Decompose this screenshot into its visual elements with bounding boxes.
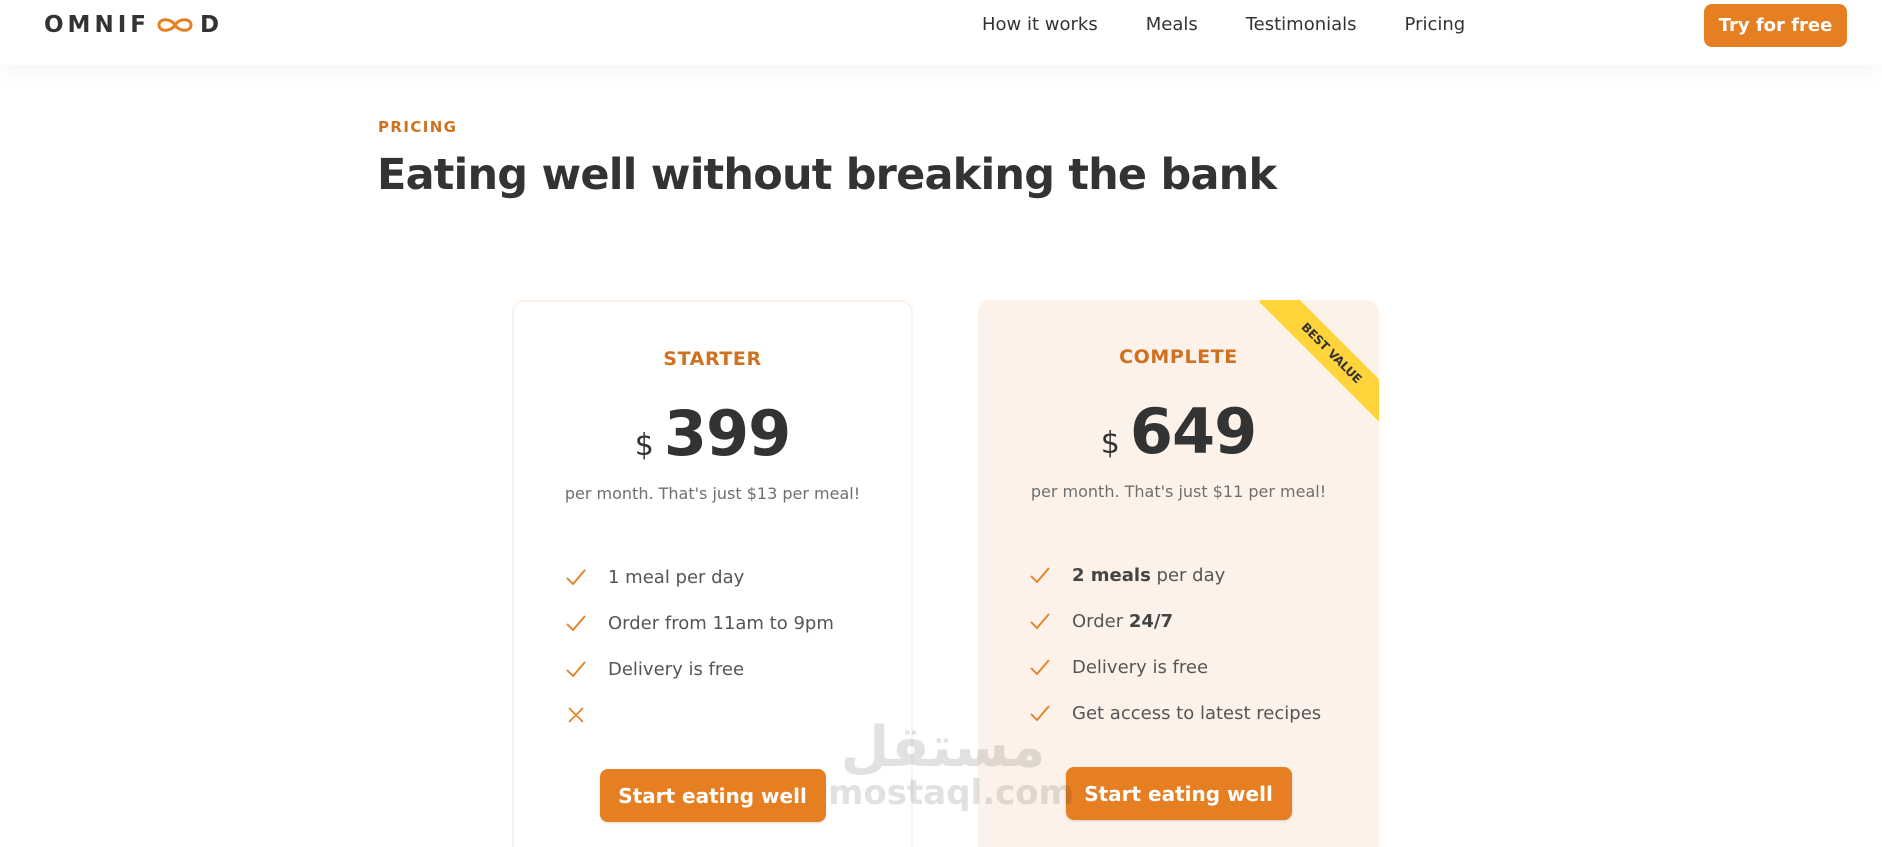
check-icon [566,569,586,586]
logo-text-right: D [199,12,224,38]
price-row: $ 399 [514,397,911,470]
site-header: OMNIF D How it works Meals Testimonials … [0,0,1882,65]
feature-text: 1 meal per day [608,566,745,588]
feature-text: Delivery is free [1072,656,1209,678]
feature-bold: 24/7 [1128,610,1174,632]
feature-item: Delivery is free [1028,644,1321,690]
check-icon [566,661,586,678]
feature-item [564,692,834,738]
feature-list: 2 meals per day Order 24/7 Delivery is f… [1028,552,1321,736]
feature-text: 2 meals per day [1072,565,1225,586]
check-icon [1030,567,1050,584]
feature-item: Delivery is free [564,646,834,692]
feature-item: Order from 11am to 9pm [564,600,834,646]
section-subheading: PRICING [378,118,458,136]
nav-link-how-it-works[interactable]: How it works [982,14,1098,35]
price-note: per month. That's just $13 per meal! [564,484,861,503]
price-row: $ 649 [978,395,1379,468]
feature-lead: Order [1072,610,1129,632]
infinity-logo-icon [157,18,193,32]
logo-text-left: OMNIF [44,12,150,38]
plan-name: STARTER [663,348,762,370]
nav-link-testimonials[interactable]: Testimonials [1246,14,1357,35]
feature-item: 2 meals per day [1028,552,1321,598]
feature-bold: 2 meals [1072,564,1151,586]
currency-symbol: $ [1100,426,1120,461]
try-for-free-button[interactable]: Try for free [1704,4,1847,47]
watermark: مستقل mostaql.com [828,715,1075,813]
plan-price: 399 [663,397,791,470]
check-icon [1030,613,1050,630]
feature-text: Delivery is free [608,658,745,680]
feature-item: Order 24/7 [1028,598,1321,644]
feature-rest: per day [1150,564,1226,586]
watermark-arabic: مستقل [840,715,1046,780]
feature-item: 1 meal per day [564,554,834,600]
feature-item: Get access to latest recipes [1028,690,1321,736]
plan-price: 649 [1129,395,1257,468]
start-eating-well-button[interactable]: Start eating well [1065,767,1292,820]
price-note: per month. That's just $11 per meal! [1030,482,1327,501]
close-icon [568,707,584,723]
nav-link-meals[interactable]: Meals [1146,14,1198,35]
feature-text: Order from 11am to 9pm [608,612,834,634]
watermark-latin: mostaql.com [828,773,1075,813]
feature-text: Get access to latest recipes [1072,702,1322,724]
check-icon [1030,659,1050,676]
logo[interactable]: OMNIF D [44,12,223,38]
plan-name: COMPLETE [1119,346,1238,368]
nav-link-pricing[interactable]: Pricing [1405,14,1466,35]
main-nav: How it works Meals Testimonials Pricing [982,14,1513,35]
check-icon [566,615,586,632]
currency-symbol: $ [634,428,654,463]
start-eating-well-button[interactable]: Start eating well [599,769,826,822]
section-heading: Eating well without breaking the bank [377,150,1277,200]
feature-text: Order 24/7 [1072,611,1173,632]
feature-list: 1 meal per day Order from 11am to 9pm De… [564,554,834,738]
